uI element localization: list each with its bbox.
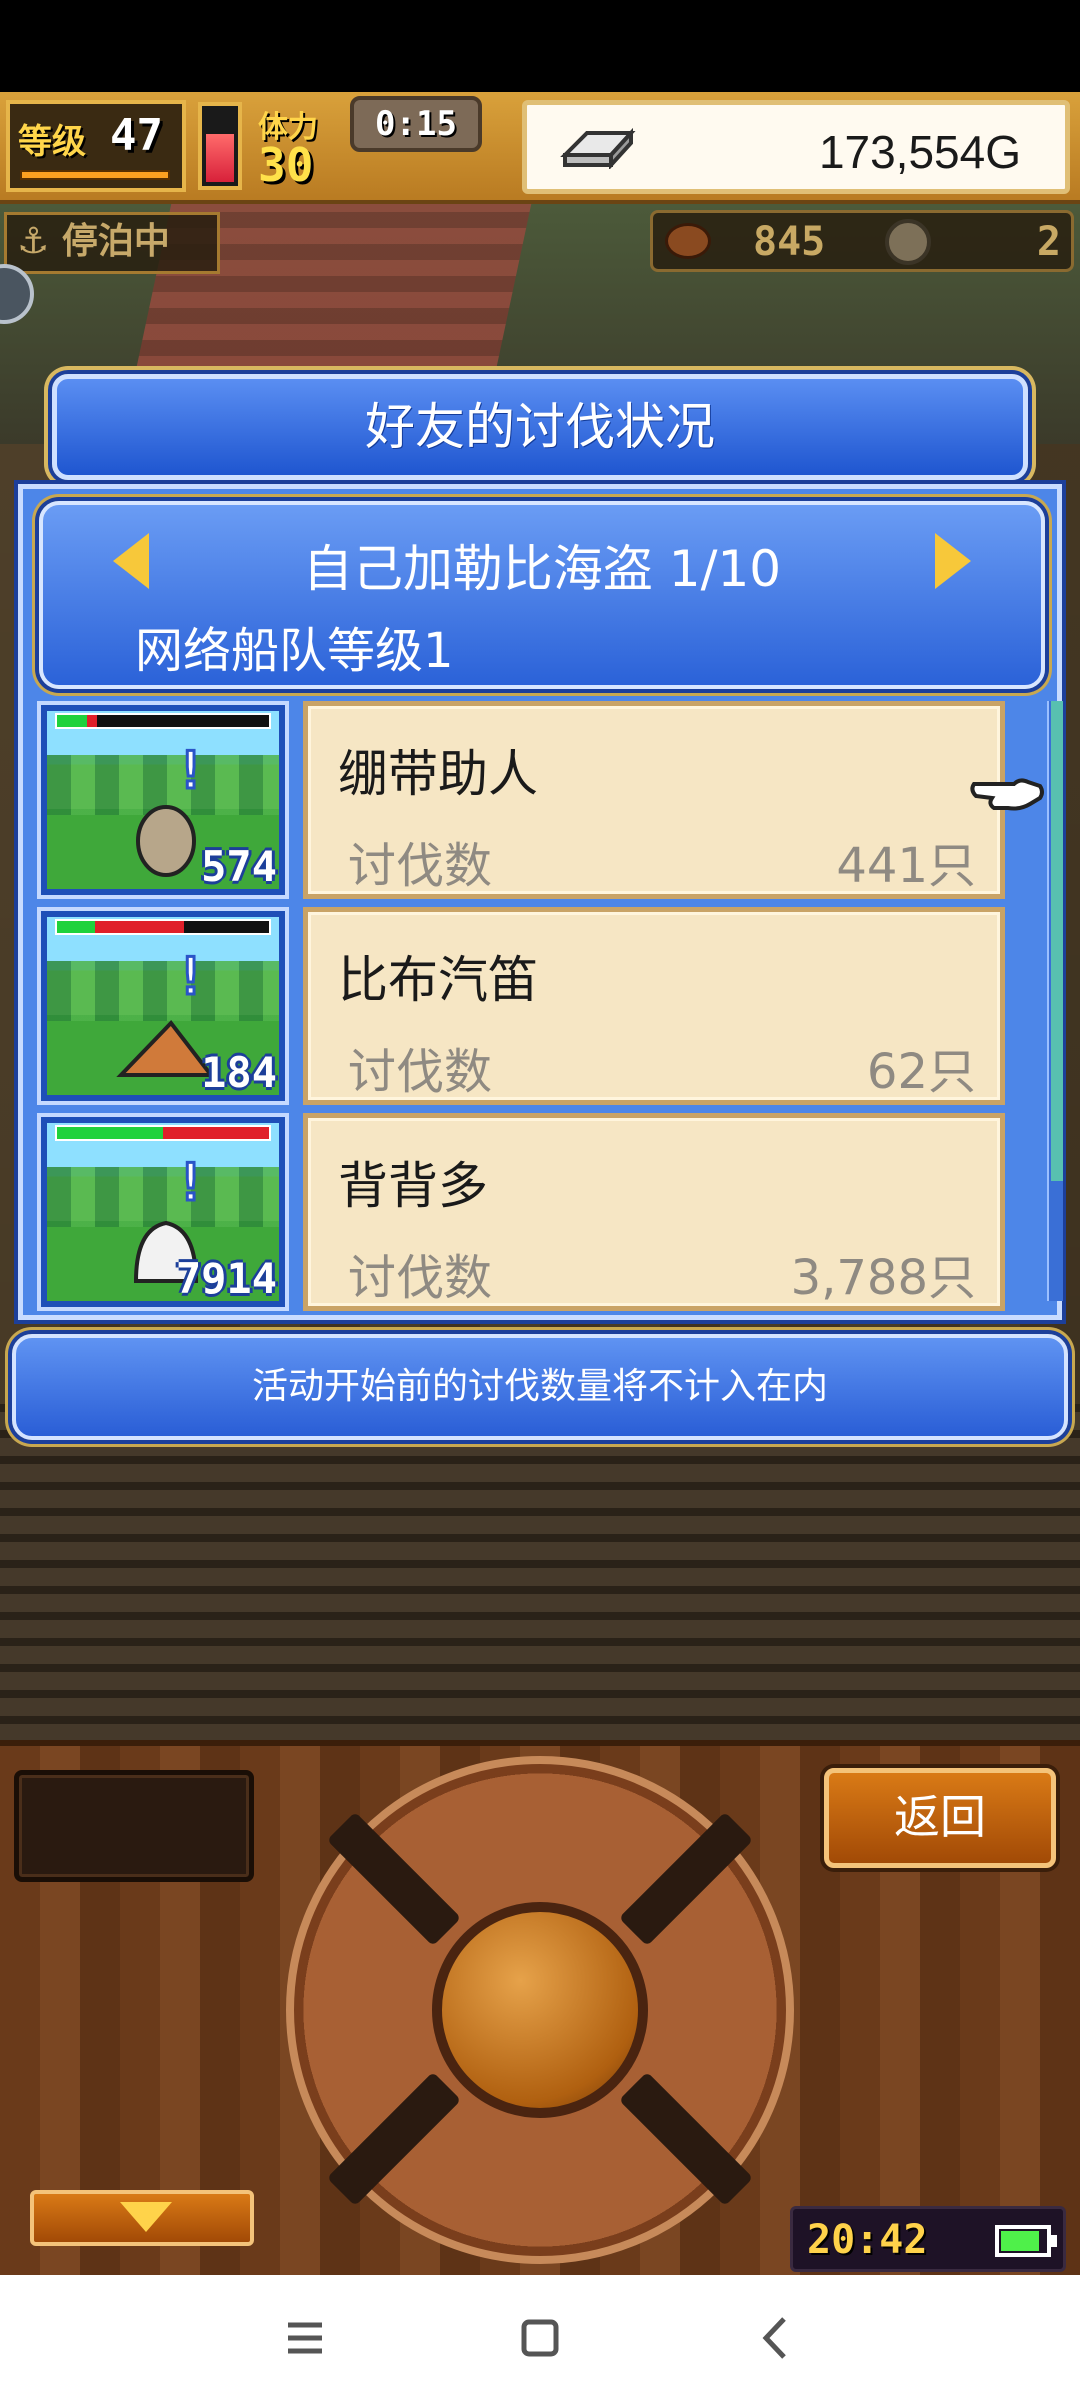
monster-thumbnail: ! 7914 <box>37 1113 289 1311</box>
notice-banner: 活动开始前的讨伐数量将不计入在内 <box>12 1334 1068 1440</box>
pointing-hand-icon <box>970 778 1044 811</box>
chevron-down-icon <box>120 2202 172 2232</box>
coin-count: 2 <box>1036 219 1061 265</box>
gold-panel: 173,554G <box>522 100 1070 194</box>
clock-time: 20:42 <box>807 2217 928 2263</box>
monster-count: 7914 <box>175 1254 277 1303</box>
list-item[interactable]: ! 184 比布汽笛 讨伐数 62只 <box>37 907 1037 1107</box>
monster-card[interactable]: 比布汽笛 讨伐数 62只 <box>303 907 1005 1105</box>
monster-name: 比布汽笛 <box>338 951 538 1009</box>
coin-icon <box>885 219 931 265</box>
monster-name: 背背多 <box>338 1157 488 1215</box>
system-nav-bar <box>0 2275 1080 2401</box>
docked-label: 停泊中 <box>61 221 170 262</box>
monster-count: 184 <box>201 1048 277 1097</box>
monster-list[interactable]: ! 574 绷带助人 讨伐数 441只 ! 184 比布汽笛 讨伐数 62只 !… <box>37 701 1063 1313</box>
friend-header: 自己加勒比海盗 1/10 网络船队等级1 <box>39 501 1045 689</box>
scrollbar-thumb[interactable] <box>1051 701 1063 1181</box>
alert-icon: ! <box>173 1152 207 1215</box>
in-game-clock: 20:42 <box>790 2206 1066 2272</box>
monster-thumbnail: ! 574 <box>37 701 289 899</box>
docked-status: ⚓ 停泊中 <box>4 212 220 274</box>
hp-bar-red <box>95 921 185 933</box>
hp-bar-green <box>57 1127 163 1139</box>
dpad-center-button[interactable] <box>432 1902 648 2118</box>
dialog-title: 好友的讨伐状况 <box>365 398 715 456</box>
back-button[interactable]: 返回 <box>824 1768 1056 1868</box>
next-arrow-icon[interactable] <box>935 533 971 589</box>
dialog-title-bar: 好友的讨伐状况 <box>52 374 1028 480</box>
kill-count-value: 62只 <box>866 1044 976 1100</box>
menu-icon[interactable] <box>270 2303 340 2373</box>
menu-toggle-button[interactable] <box>30 2190 254 2246</box>
list-scrollbar[interactable] <box>1047 701 1063 1301</box>
health-gauge <box>198 102 242 190</box>
level-panel: 等级 47 <box>6 100 186 192</box>
monster-count: 574 <box>201 842 277 891</box>
food-count: 845 <box>753 219 826 265</box>
dpad-divider <box>618 2071 754 2207</box>
hp-bar-red <box>163 1127 269 1139</box>
monster-hp-bar <box>55 919 271 935</box>
notice-text: 活动开始前的讨伐数量将不计入在内 <box>251 1366 828 1407</box>
monster-hp-bar <box>55 713 271 729</box>
system-status-bar <box>0 0 1080 92</box>
alert-icon: ! <box>173 740 207 803</box>
hp-bar-green <box>57 715 87 727</box>
home-icon[interactable] <box>505 2303 575 2373</box>
hp-bar-green <box>57 921 96 933</box>
scene-ship-deck <box>0 1404 1080 1740</box>
friend-hunt-panel: 自己加勒比海盗 1/10 网络船队等级1 ! 574 绷带助人 讨伐数 441只 <box>18 484 1063 1320</box>
monster-name: 绷带助人 <box>338 745 538 803</box>
hp-bar-red <box>86 715 98 727</box>
back-label: 返回 <box>894 1790 986 1844</box>
monster-thumbnail: ! 184 <box>37 907 289 1105</box>
dpad-divider <box>618 1811 754 1947</box>
list-item[interactable]: ! 7914 背背多 讨伐数 3,788只 <box>37 1113 1037 1313</box>
exp-bar <box>20 170 170 180</box>
kill-count-label: 讨伐数 <box>348 838 493 894</box>
game-hud: 等级 47 体力 30 0:15 173,554G <box>0 92 1080 204</box>
fleet-level: 网络船队等级1 <box>135 623 454 679</box>
monster-card[interactable]: 背背多 讨伐数 3,788只 <box>303 1113 1005 1311</box>
health-gauge-fill <box>206 134 234 182</box>
level-value: 47 <box>110 110 163 161</box>
dpad-ring[interactable] <box>286 1756 794 2264</box>
control-panel: 返回 20:42 <box>0 1740 1080 2275</box>
left-display-slot <box>14 1770 254 1882</box>
food-icon <box>665 223 711 259</box>
monster-card[interactable]: 绷带助人 讨伐数 441只 <box>303 701 1005 899</box>
kill-count-label: 讨伐数 <box>348 1250 493 1306</box>
kill-count-label: 讨伐数 <box>348 1044 493 1100</box>
dpad-divider <box>326 2071 462 2207</box>
resource-bar: 845 2 <box>650 210 1074 272</box>
level-label: 等级 <box>18 122 86 162</box>
monster-hp-bar <box>55 1125 271 1141</box>
kill-count-value: 441只 <box>836 838 976 894</box>
stamina-value: 30 <box>258 138 314 192</box>
kill-count-value: 3,788只 <box>790 1250 976 1306</box>
list-item[interactable]: ! 574 绷带助人 讨伐数 441只 <box>37 701 1037 901</box>
dpad-divider <box>326 1811 462 1947</box>
alert-icon: ! <box>173 946 207 1009</box>
gold-amount: 173,554G <box>818 126 1021 178</box>
friend-name-page: 自己加勒比海盗 1/10 <box>302 540 782 598</box>
stamina-timer: 0:15 <box>350 96 482 152</box>
battery-fill <box>1001 2231 1040 2251</box>
silver-bar-icon <box>560 127 636 169</box>
back-arrow-icon[interactable] <box>740 2303 810 2373</box>
battery-icon <box>995 2225 1057 2257</box>
